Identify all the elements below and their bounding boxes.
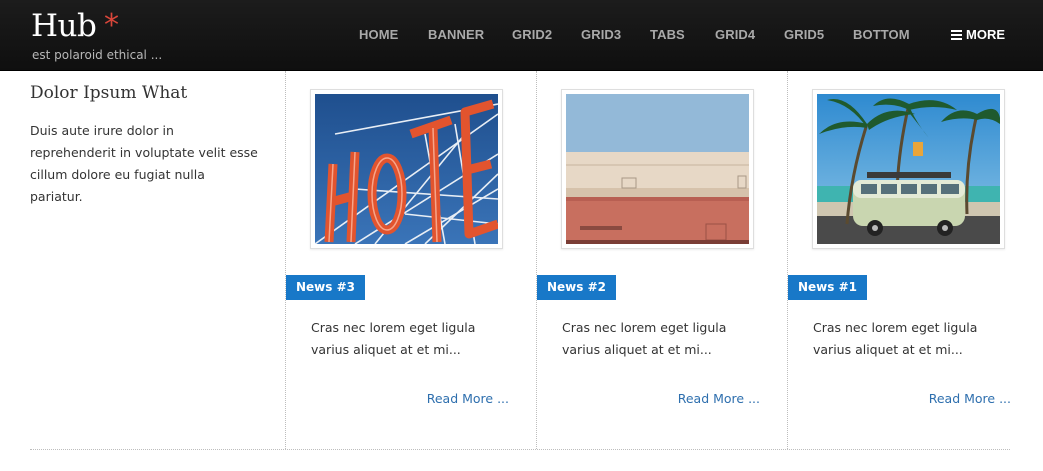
news-excerpt: Cras nec lorem eget ligula varius alique… xyxy=(311,320,476,357)
read-more-link[interactable]: Read More ... xyxy=(929,391,1011,406)
main-nav: HOME BANNER GRID2 GRID3 TABS GRID4 GRID5… xyxy=(0,27,1043,43)
site-header: Hub * est polaroid ethical ... HOME BANN… xyxy=(0,0,1043,71)
nav-more-button[interactable]: MORE xyxy=(951,27,1005,42)
nav-more-label: MORE xyxy=(966,27,1005,42)
news-thumbnail[interactable] xyxy=(812,89,1005,249)
nav-banner[interactable]: BANNER xyxy=(428,27,484,42)
news-badge[interactable]: News #3 xyxy=(286,275,365,300)
news-card: News #1 Cras nec lorem eget ligula variu… xyxy=(788,71,1039,449)
nav-grid2[interactable]: GRID2 xyxy=(512,27,552,42)
nav-grid5[interactable]: GRID5 xyxy=(784,27,824,42)
menu-icon xyxy=(951,30,962,40)
news-card: News #2 Cras nec lorem eget ligula variu… xyxy=(537,71,788,449)
news-badge[interactable]: News #2 xyxy=(537,275,616,300)
read-more-link[interactable]: Read More ... xyxy=(427,391,509,406)
bottom-divider xyxy=(30,449,1010,450)
nav-bottom[interactable]: BOTTOM xyxy=(853,27,910,42)
nav-grid4[interactable]: GRID4 xyxy=(715,27,755,42)
hotel-sign-photo xyxy=(315,94,498,244)
read-more-link[interactable]: Read More ... xyxy=(678,391,760,406)
news-card: News #3 Cras nec lorem eget ligula variu… xyxy=(286,71,537,449)
nav-home[interactable]: HOME xyxy=(359,27,398,42)
news-badge[interactable]: News #1 xyxy=(788,275,867,300)
news-excerpt: Cras nec lorem eget ligula varius alique… xyxy=(813,320,978,357)
intro-title: Dolor Ipsum What xyxy=(30,83,188,103)
news-thumbnail[interactable] xyxy=(310,89,503,249)
nav-grid3[interactable]: GRID3 xyxy=(581,27,621,42)
site-tagline: est polaroid ethical ... xyxy=(32,48,163,62)
news-excerpt: Cras nec lorem eget ligula varius alique… xyxy=(562,320,727,357)
nav-tabs[interactable]: TABS xyxy=(650,27,685,42)
building-wall-photo xyxy=(566,94,749,244)
beach-van-photo xyxy=(817,94,1000,244)
news-thumbnail[interactable] xyxy=(561,89,754,249)
intro-text: Duis aute irure dolor in reprehenderit i… xyxy=(30,123,258,204)
